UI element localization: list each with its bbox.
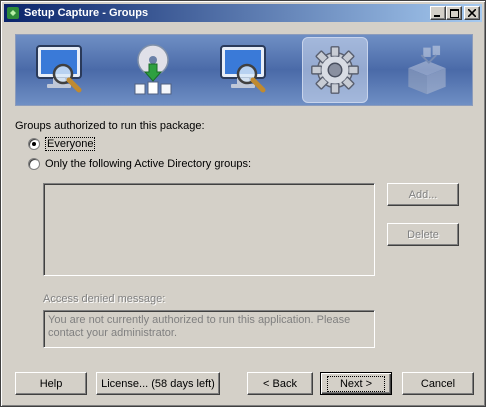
minimize-button[interactable] xyxy=(430,6,446,20)
step-postscan xyxy=(212,37,278,103)
everyone-radio-button[interactable] xyxy=(28,138,40,150)
maximize-button[interactable] xyxy=(446,6,462,20)
next-button-label: Next > xyxy=(326,375,386,392)
disc-download-icon xyxy=(134,44,172,95)
license-button-label: License... (58 days left) xyxy=(101,377,215,390)
close-icon xyxy=(465,7,479,19)
step-prescan xyxy=(28,37,94,103)
cancel-button-label: Cancel xyxy=(420,377,456,390)
cancel-button[interactable]: Cancel xyxy=(402,372,474,395)
step-build xyxy=(394,37,460,103)
ad-groups-radio-button[interactable] xyxy=(28,158,40,170)
license-button[interactable]: License... (58 days left) xyxy=(96,372,220,395)
add-button-label: Add... xyxy=(408,188,438,201)
title-bar[interactable]: Setup Capture - Groups xyxy=(4,4,482,22)
close-button[interactable] xyxy=(464,6,480,20)
step-install xyxy=(120,37,186,103)
gear-icon xyxy=(311,46,359,94)
everyone-label: Everyone xyxy=(45,137,96,151)
ad-groups-radio[interactable]: Only the following Active Directory grou… xyxy=(28,158,251,170)
wizard-steps-banner xyxy=(15,34,473,106)
groups-label: Groups authorized to run this package: xyxy=(15,120,205,132)
window-controls xyxy=(430,6,480,20)
back-button[interactable]: < Back xyxy=(247,372,313,395)
package-icon xyxy=(408,45,446,95)
next-button[interactable]: Next > xyxy=(320,372,392,395)
app-icon xyxy=(6,6,20,20)
ad-groups-label: Only the following Active Directory grou… xyxy=(45,158,252,170)
monitor-magnifier-icon xyxy=(36,45,82,93)
setup-capture-window: Setup Capture - Groups Groups authorized… xyxy=(0,0,486,407)
monitor-magnifier-icon xyxy=(220,45,266,93)
window-title: Setup Capture - Groups xyxy=(24,7,149,19)
minimize-icon xyxy=(431,7,445,19)
maximize-icon xyxy=(447,7,461,19)
back-button-label: < Back xyxy=(263,377,297,390)
everyone-radio[interactable]: Everyone xyxy=(28,137,96,151)
delete-button-label: Delete xyxy=(407,228,439,241)
ad-groups-list xyxy=(43,183,375,276)
delete-button: Delete xyxy=(387,223,459,246)
access-denied-message: You are not currently authorized to run … xyxy=(43,310,375,348)
access-denied-label: Access denied message: xyxy=(43,293,166,305)
help-button[interactable]: Help xyxy=(15,372,87,395)
add-button: Add... xyxy=(387,183,459,206)
step-settings xyxy=(302,37,368,103)
help-button-label: Help xyxy=(39,377,63,390)
